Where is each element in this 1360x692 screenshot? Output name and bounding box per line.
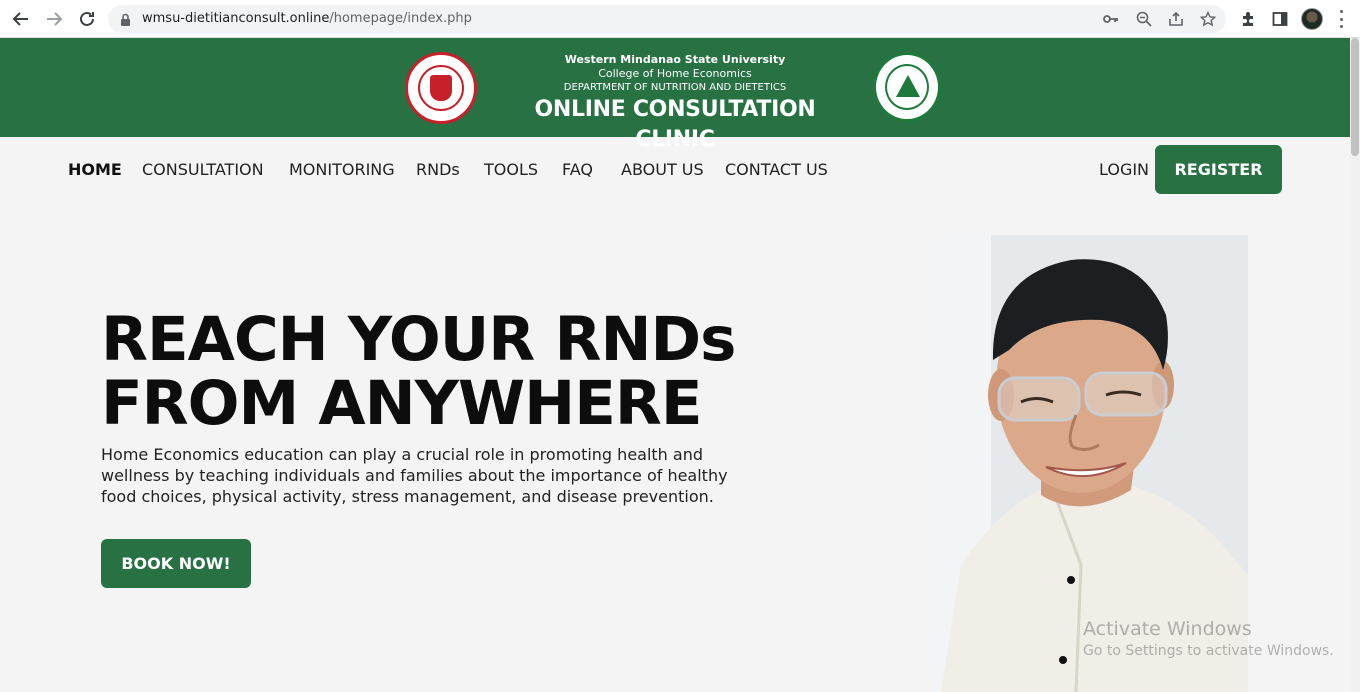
reload-icon[interactable] xyxy=(75,8,99,30)
back-icon[interactable] xyxy=(9,8,33,30)
nav-tools[interactable]: TOOLS xyxy=(484,160,538,179)
department-name: DEPARTMENT OF NUTRITION AND DIETETICS xyxy=(563,82,787,93)
nav-consultation[interactable]: CONSULTATION xyxy=(142,160,264,179)
key-icon[interactable] xyxy=(1102,11,1120,27)
lock-icon[interactable] xyxy=(120,12,131,31)
site-header-banner: Western Mindanao State University Colleg… xyxy=(0,38,1350,152)
login-link[interactable]: LOGIN xyxy=(1099,160,1149,179)
nav-monitoring[interactable]: MONITORING xyxy=(289,160,395,179)
bookmark-star-icon[interactable] xyxy=(1199,11,1217,27)
nav-contact-us[interactable]: CONTACT US xyxy=(725,160,828,179)
hero-title: REACH YOUR RNDs FROM ANYWHERE xyxy=(101,304,736,439)
main-navigation: HOME CONSULTATION MONITORING RNDs TOOLS … xyxy=(0,137,1350,201)
nav-rnds[interactable]: RNDs xyxy=(416,160,460,179)
nav-faq[interactable]: FAQ xyxy=(562,160,593,179)
register-button[interactable]: REGISTER xyxy=(1155,145,1282,194)
book-now-button[interactable]: BOOK NOW! xyxy=(101,539,251,588)
page-scrollbar[interactable] xyxy=(1350,38,1360,692)
forward-icon[interactable] xyxy=(42,8,66,30)
address-bar[interactable]: wmsu-dietitianconsult.online/homepage/in… xyxy=(108,5,1226,33)
activate-windows-watermark: Activate Windows xyxy=(1083,618,1252,640)
university-name: Western Mindanao State University xyxy=(564,53,786,66)
profile-avatar[interactable] xyxy=(1301,8,1323,30)
browser-toolbar: wmsu-dietitianconsult.online/homepage/in… xyxy=(0,0,1360,38)
extensions-puzzle-icon[interactable] xyxy=(1238,9,1258,29)
zoom-icon[interactable] xyxy=(1135,11,1153,27)
college-name: College of Home Economics xyxy=(598,67,752,80)
activate-windows-subtext: Go to Settings to activate Windows. xyxy=(1083,643,1334,659)
more-menu-icon[interactable] xyxy=(1338,10,1344,28)
home-economics-seal-logo xyxy=(873,52,941,122)
side-panel-icon[interactable] xyxy=(1270,9,1290,29)
share-icon[interactable] xyxy=(1167,11,1185,27)
nav-home[interactable]: HOME xyxy=(68,160,122,179)
wmsu-seal-logo xyxy=(405,52,477,124)
hero-description: Home Economics education can play a cruc… xyxy=(101,445,728,506)
url-text: wmsu-dietitianconsult.online/homepage/in… xyxy=(142,11,472,26)
scrollbar-thumb[interactable] xyxy=(1351,38,1359,156)
nav-about-us[interactable]: ABOUT US xyxy=(621,160,704,179)
